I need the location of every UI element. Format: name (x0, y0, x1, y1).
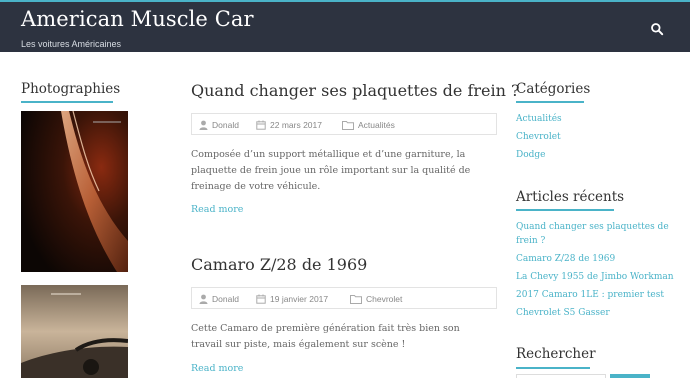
calendar-icon (256, 294, 266, 304)
recent-posts-widget-title: Articles récents (516, 189, 625, 205)
site-description: Les voitures Américaines (21, 39, 122, 49)
sidebar-search-input[interactable] (516, 374, 606, 378)
recent-post-link[interactable]: La Chevy 1955 de Jimbo Workman (516, 270, 674, 284)
category-link[interactable]: Actualités (516, 112, 562, 126)
post-date-text: 19 janvier 2017 (270, 294, 329, 304)
post-date[interactable]: 22 mars 2017 (256, 119, 322, 131)
post-title[interactable]: Quand changer ses plaquettes de frein ? (191, 81, 520, 100)
categories-widget-title: Catégories (516, 81, 591, 97)
post-author-name: Donald (212, 120, 239, 130)
post-meta: Donald 22 mars 2017 Actualités (191, 113, 497, 135)
search-title-underline (516, 367, 590, 369)
post-excerpt: Composée d’un support métallique et d’un… (191, 149, 471, 192)
user-icon (199, 294, 208, 304)
post-excerpt: Cette Camaro de première génération fait… (191, 323, 460, 350)
categories-title-underline (516, 101, 584, 103)
category-link[interactable]: Dodge (516, 148, 545, 162)
read-more-link[interactable]: Read more (191, 363, 243, 374)
post-meta: Donald 19 janvier 2017 Chevrolet (191, 287, 497, 309)
recent-post-link[interactable]: Camaro Z/28 de 1969 (516, 252, 615, 266)
calendar-icon (256, 120, 266, 130)
post-category[interactable]: Chevrolet (350, 293, 402, 305)
sidebar-search-button[interactable] (610, 374, 650, 378)
search-widget-title: Rechercher (516, 346, 596, 362)
site-header: American Muscle Car Les voitures América… (0, 0, 690, 52)
recent-post-link[interactable]: Chevrolet S5 Gasser (516, 306, 610, 320)
recent-title-underline (516, 209, 614, 211)
post-category-text: Chevrolet (366, 294, 403, 304)
car-photo-2[interactable] (21, 285, 128, 378)
search-icon[interactable] (650, 21, 664, 36)
post-category[interactable]: Actualités (342, 119, 395, 131)
folder-icon (350, 295, 362, 304)
post-date-text: 22 mars 2017 (270, 120, 322, 130)
post-author[interactable]: Donald (199, 293, 239, 305)
car-photo-1[interactable] (21, 111, 128, 272)
site-title[interactable]: American Muscle Car (21, 7, 254, 31)
category-link[interactable]: Chevrolet (516, 130, 561, 144)
recent-post-link[interactable]: Quand changer ses plaquettes de frein ? (516, 220, 686, 248)
photos-title-underline (21, 101, 113, 103)
post-category-text: Actualités (358, 120, 395, 130)
post-author[interactable]: Donald (199, 119, 239, 131)
user-icon (199, 120, 208, 130)
photos-widget-title: Photographies (21, 81, 121, 97)
post-date[interactable]: 19 janvier 2017 (256, 293, 328, 305)
post-author-name: Donald (212, 294, 239, 304)
recent-post-link[interactable]: 2017 Camaro 1LE : premier test (516, 288, 664, 302)
folder-icon (342, 121, 354, 130)
read-more-link[interactable]: Read more (191, 204, 243, 215)
post-title[interactable]: Camaro Z/28 de 1969 (191, 255, 367, 274)
